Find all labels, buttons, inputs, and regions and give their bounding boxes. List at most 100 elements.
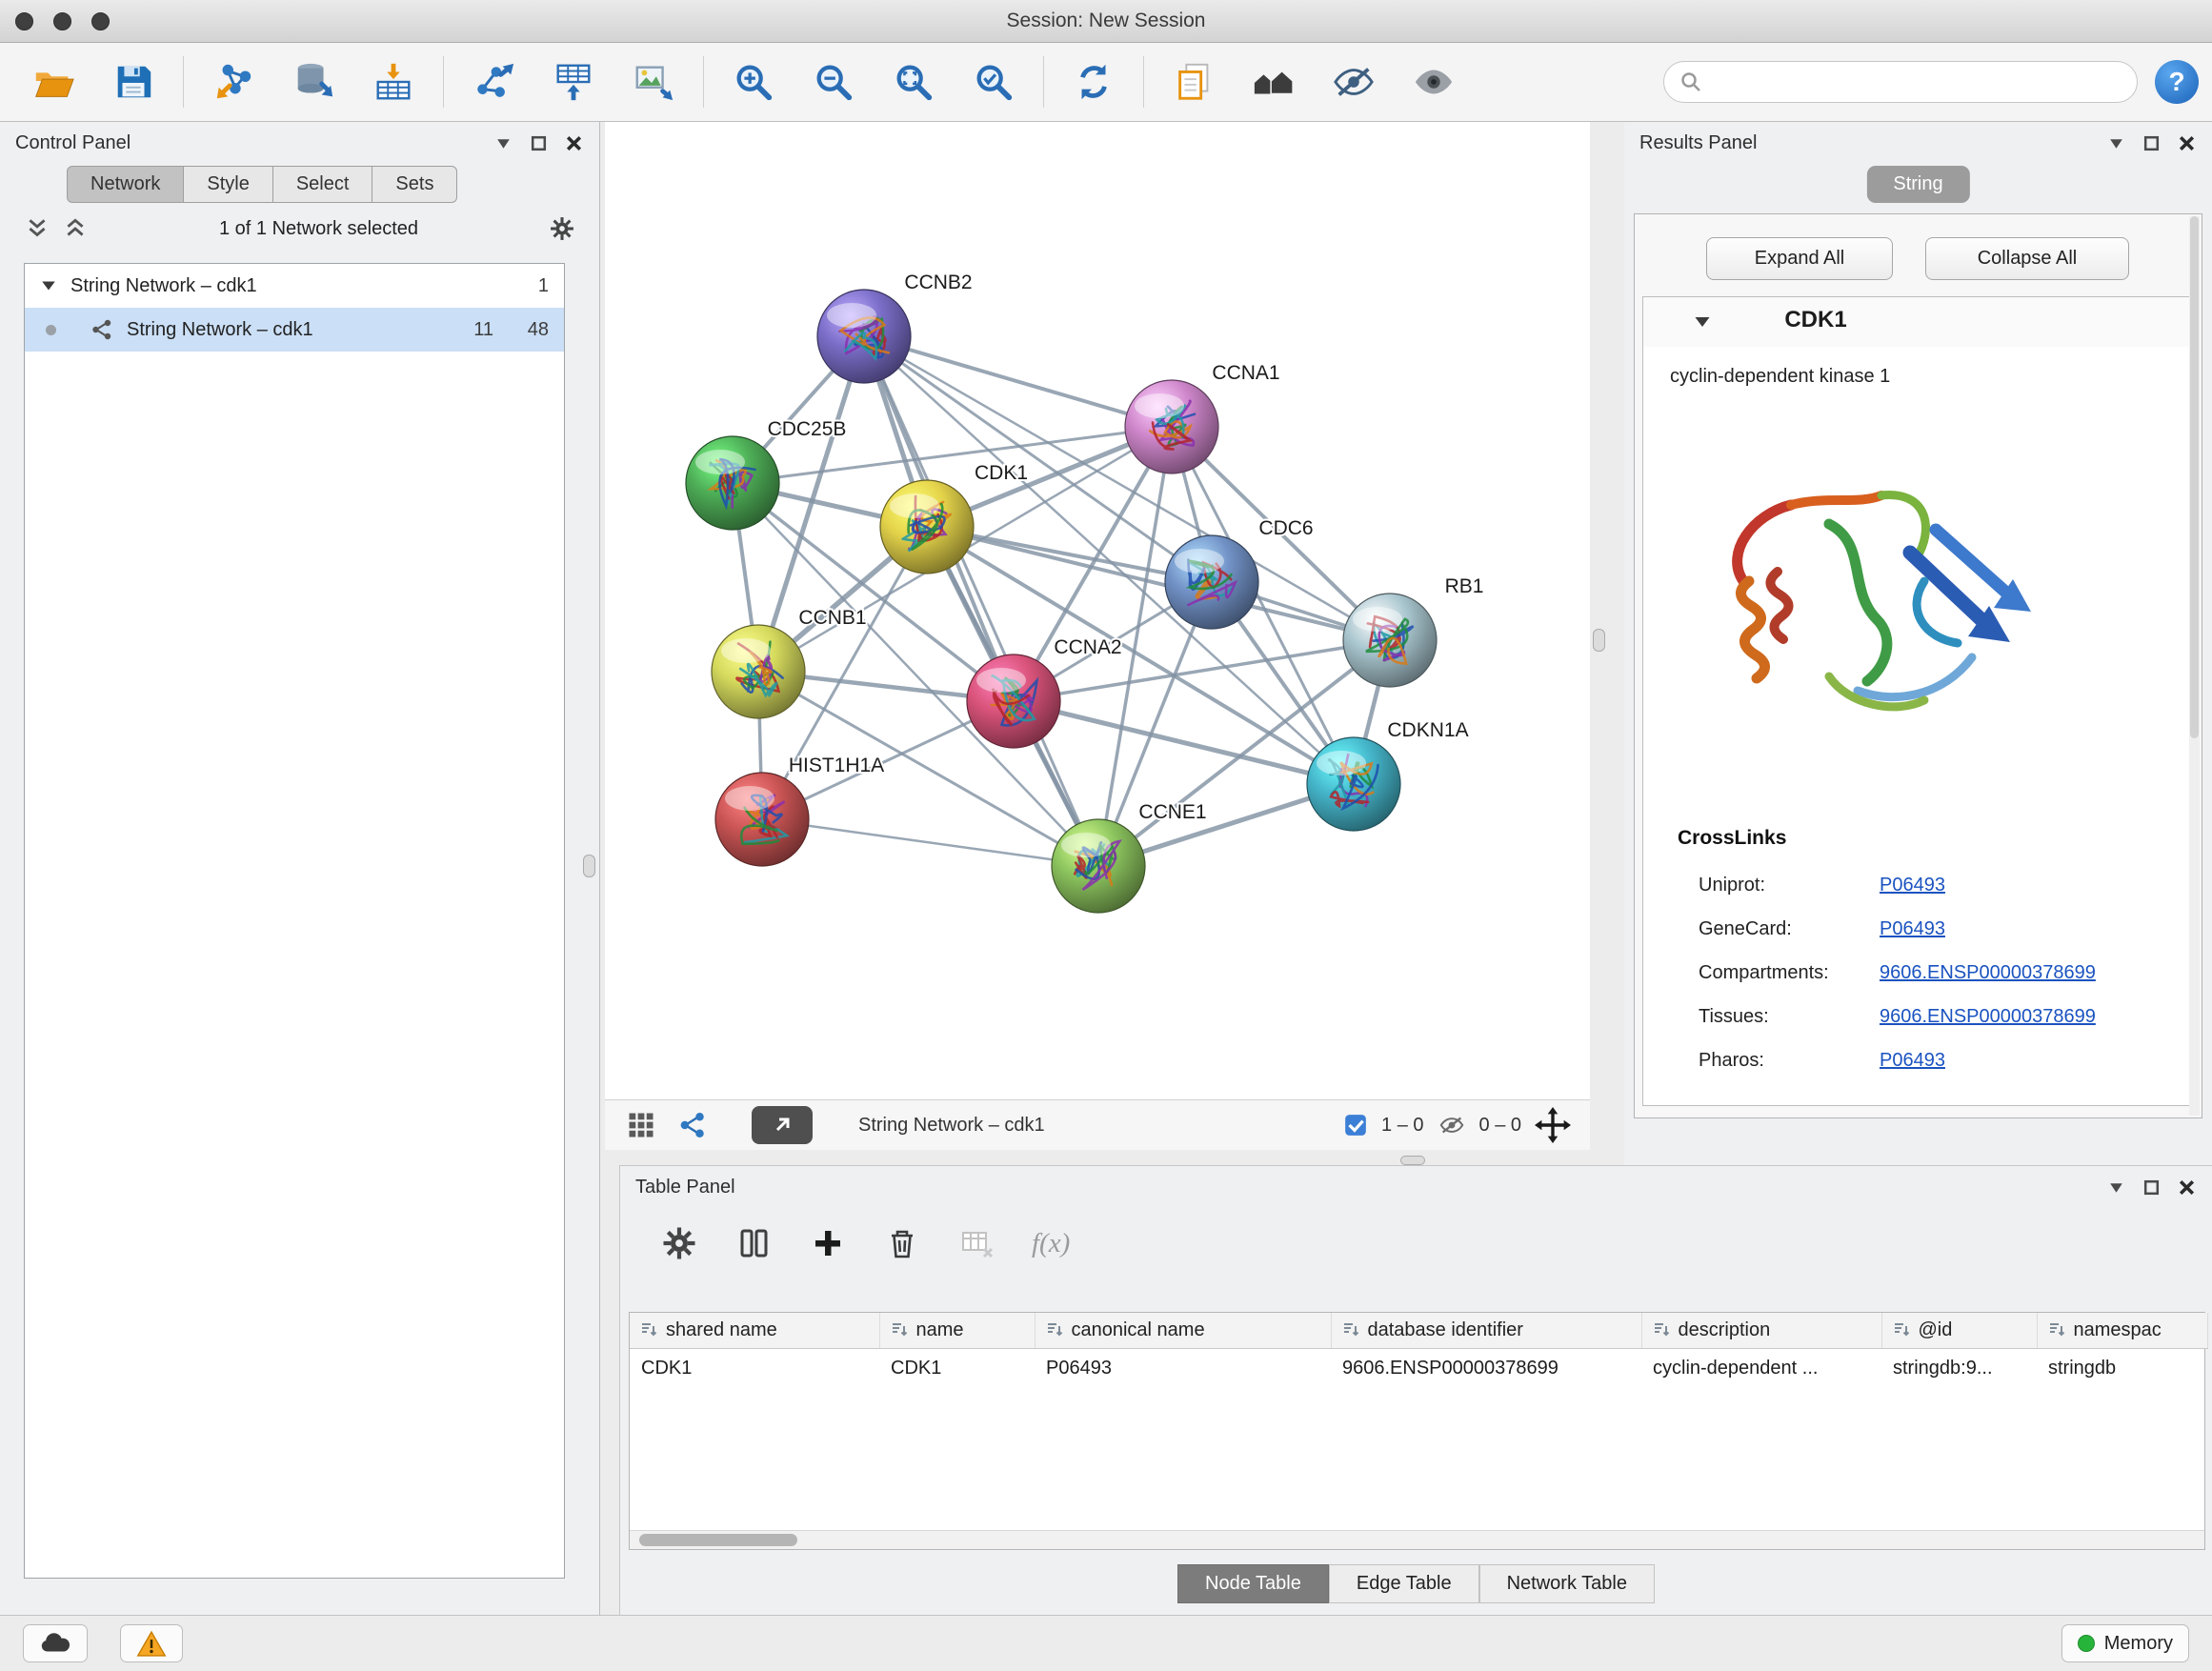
close-panel-icon[interactable]: [2177, 133, 2197, 153]
export-image-button[interactable]: [613, 50, 694, 113]
home-button[interactable]: [1234, 50, 1314, 113]
export-network-button[interactable]: [453, 50, 533, 113]
float-panel-icon[interactable]: [529, 133, 549, 153]
network-collection-row[interactable]: String Network – cdk1 1: [25, 264, 564, 308]
import-network-from-database-button[interactable]: [273, 50, 353, 113]
tab-sets[interactable]: Sets: [372, 166, 457, 203]
zoom-in-button[interactable]: [714, 50, 794, 113]
tab-network[interactable]: Network: [67, 166, 184, 203]
hidden-eye-slash-icon[interactable]: [1438, 1111, 1466, 1139]
cell-canonical-name[interactable]: P06493: [1035, 1348, 1331, 1388]
network-options-gear-icon[interactable]: [550, 216, 574, 241]
selected-checkbox-icon[interactable]: [1343, 1113, 1368, 1137]
network-node-CDK1[interactable]: CDK1: [880, 462, 1028, 574]
network-edge: [864, 336, 1098, 866]
table-scrollbar-thumb[interactable]: [639, 1534, 797, 1546]
show-columns-button[interactable]: [734, 1224, 773, 1262]
close-window-button[interactable]: [15, 12, 33, 30]
results-scrollbar[interactable]: [2189, 216, 2200, 1116]
maximize-window-button[interactable]: [91, 12, 110, 30]
close-panel-icon[interactable]: [564, 133, 584, 153]
protein-section-header[interactable]: CDK1: [1643, 297, 2189, 347]
search-input[interactable]: [1712, 71, 2122, 93]
column-header-id[interactable]: @id: [1881, 1313, 2037, 1348]
cloud-status-button[interactable]: [23, 1624, 88, 1662]
table-row[interactable]: CDK1 CDK1 P06493 9606.ENSP00000378699 cy…: [630, 1348, 2207, 1388]
tab-edge-table[interactable]: Edge Table: [1329, 1564, 1479, 1603]
save-session-button[interactable]: [93, 50, 173, 113]
help-button[interactable]: ?: [2155, 60, 2199, 104]
export-table-button[interactable]: [533, 50, 613, 113]
expand-all-networks-icon[interactable]: [25, 216, 50, 241]
zoom-fit-button[interactable]: [874, 50, 954, 113]
network-canvas[interactable]: CCNB2CCNA1CDC25BCDK1CDC6RB1CCNB1CCNA2CDK…: [605, 122, 1590, 1099]
cell-database-identifier[interactable]: 9606.ENSP00000378699: [1331, 1348, 1641, 1388]
table-options-button[interactable]: [660, 1224, 698, 1262]
crosslink-link[interactable]: P06493: [1880, 918, 1945, 940]
collapse-all-button[interactable]: Collapse All: [1925, 237, 2129, 280]
open-session-button[interactable]: [13, 50, 93, 113]
zoom-selected-button[interactable]: [954, 50, 1034, 113]
table-horizontal-scrollbar[interactable]: [630, 1530, 2204, 1549]
create-column-button[interactable]: [809, 1224, 847, 1262]
apply-preferred-layout-button[interactable]: [1054, 50, 1134, 113]
cell-id[interactable]: stringdb:9...: [1881, 1348, 2037, 1388]
float-panel-icon[interactable]: [2142, 1178, 2162, 1198]
tab-network-table[interactable]: Network Table: [1479, 1564, 1655, 1603]
collapse-panel-icon[interactable]: [2106, 133, 2126, 153]
toolbar-separator: [183, 56, 184, 108]
warnings-button[interactable]: [120, 1624, 183, 1662]
network-row-selected[interactable]: String Network – cdk1 11 48: [25, 308, 564, 352]
cell-description[interactable]: cyclin-dependent ...: [1641, 1348, 1881, 1388]
tab-style[interactable]: Style: [184, 166, 272, 203]
import-table-from-file-button[interactable]: [353, 50, 433, 113]
collapse-panel-icon[interactable]: [2106, 1178, 2126, 1198]
collapse-all-networks-icon[interactable]: [63, 216, 88, 241]
cell-namespace[interactable]: stringdb: [2037, 1348, 2207, 1388]
crosslink-link[interactable]: P06493: [1880, 1050, 1945, 1072]
float-panel-icon[interactable]: [2142, 133, 2162, 153]
column-header-namespace[interactable]: namespac: [2037, 1313, 2207, 1348]
network-node-HIST1H1A[interactable]: HIST1H1A: [715, 755, 884, 866]
results-scrollbar-thumb[interactable]: [2190, 216, 2199, 738]
hide-graphics-details-button[interactable]: [1314, 50, 1394, 113]
column-header-description[interactable]: description: [1641, 1313, 1881, 1348]
vertical-splitter-handle[interactable]: [1593, 629, 1605, 652]
show-graphics-details-button[interactable]: [1394, 50, 1474, 113]
network-node-CCNB1[interactable]: CCNB1: [712, 607, 867, 718]
memory-button[interactable]: Memory: [2061, 1624, 2189, 1662]
import-network-from-file-button[interactable]: [193, 50, 273, 113]
collapse-panel-icon[interactable]: [493, 133, 513, 153]
tab-node-table[interactable]: Node Table: [1177, 1564, 1329, 1603]
tree-caret-icon[interactable]: [40, 277, 57, 294]
expand-all-button[interactable]: Expand All: [1706, 237, 1893, 280]
crosslink-link[interactable]: P06493: [1880, 875, 1945, 896]
minimize-window-button[interactable]: [53, 12, 71, 30]
column-header-shared-name[interactable]: shared name: [630, 1313, 879, 1348]
cell-name[interactable]: CDK1: [879, 1348, 1035, 1388]
network-node-CDC6[interactable]: CDC6: [1165, 517, 1314, 629]
column-header-name[interactable]: name: [879, 1313, 1035, 1348]
network-node-RB1[interactable]: RB1: [1343, 575, 1483, 687]
string-results-tab[interactable]: String: [1866, 166, 1969, 203]
open-in-new-window-button[interactable]: [752, 1106, 813, 1144]
column-header-database-identifier[interactable]: database identifier: [1331, 1313, 1641, 1348]
cell-shared-name[interactable]: CDK1: [630, 1348, 879, 1388]
column-header-canonical-name[interactable]: canonical name: [1035, 1313, 1331, 1348]
copy-documents-button[interactable]: [1154, 50, 1234, 113]
network-node-CCNA1[interactable]: CCNA1: [1125, 362, 1280, 473]
network-node-CDKN1A[interactable]: CDKN1A: [1307, 719, 1469, 831]
close-panel-icon[interactable]: [2177, 1178, 2197, 1198]
zoom-out-button[interactable]: [794, 50, 874, 113]
network-edges[interactable]: [733, 336, 1390, 866]
delete-column-button[interactable]: [883, 1224, 921, 1262]
crosslink-link[interactable]: 9606.ENSP00000378699: [1880, 1006, 2096, 1028]
horizontal-splitter-handle[interactable]: [1400, 1156, 1425, 1165]
graphics-details-toggle-button[interactable]: [624, 1108, 658, 1142]
network-node-CCNB2[interactable]: CCNB2: [817, 272, 973, 383]
vertical-splitter-handle[interactable]: [583, 855, 595, 877]
tab-select[interactable]: Select: [273, 166, 373, 203]
crosslink-link[interactable]: 9606.ENSP00000378699: [1880, 962, 2096, 984]
fit-selected-crosshair-icon[interactable]: [1535, 1107, 1571, 1143]
network-overview-button[interactable]: [675, 1108, 710, 1142]
